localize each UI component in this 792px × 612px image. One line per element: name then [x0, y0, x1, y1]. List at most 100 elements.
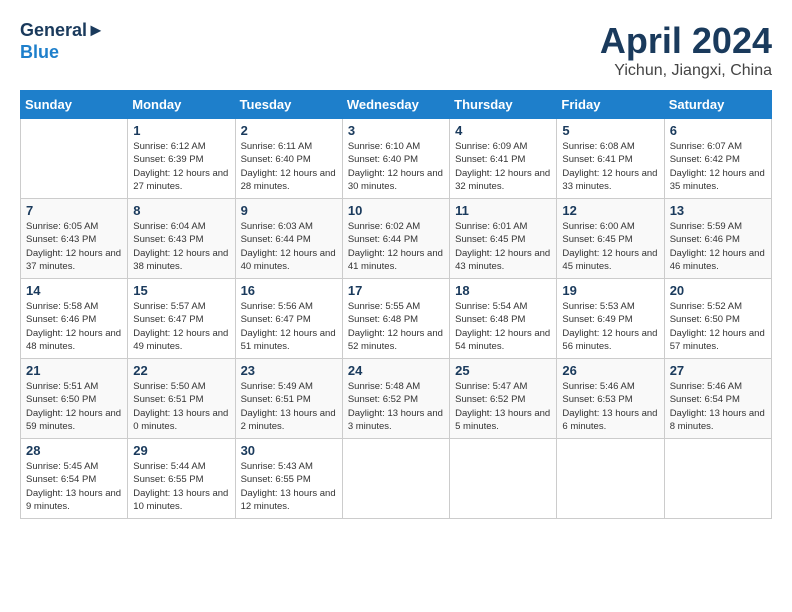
week-row-1: 1Sunrise: 6:12 AM Sunset: 6:39 PM Daylig…	[21, 119, 772, 199]
day-number: 21	[26, 363, 122, 378]
day-info: Sunrise: 6:03 AM Sunset: 6:44 PM Dayligh…	[241, 220, 337, 273]
calendar-cell: 9 Sunrise: 6:03 AM Sunset: 6:44 PM Daylig…	[235, 199, 342, 279]
day-info: Sunrise: 6:04 AM Sunset: 6:43 PM Dayligh…	[133, 220, 229, 273]
calendar-cell: 6 Sunrise: 6:07 AM Sunset: 6:42 PM Daylig…	[664, 119, 771, 199]
calendar-cell: 28 Sunrise: 5:45 AM Sunset: 6:54 PM Dayli…	[21, 439, 128, 519]
day-info: Sunrise: 5:47 AM Sunset: 6:52 PM Dayligh…	[455, 380, 551, 433]
month-title: April 2024	[600, 20, 772, 62]
day-info: Sunrise: 6:11 AM Sunset: 6:40 PM Dayligh…	[241, 140, 337, 193]
day-number: 23	[241, 363, 337, 378]
logo: General► Blue	[20, 20, 105, 63]
calendar-cell: 20 Sunrise: 5:52 AM Sunset: 6:50 PM Dayli…	[664, 279, 771, 359]
day-info: Sunrise: 6:12 AM Sunset: 6:39 PM Dayligh…	[133, 140, 229, 193]
day-number: 30	[241, 443, 337, 458]
day-number: 3	[348, 123, 444, 138]
day-info: Sunrise: 6:10 AM Sunset: 6:40 PM Dayligh…	[348, 140, 444, 193]
calendar-cell: 7Sunrise: 6:05 AM Sunset: 6:43 PM Daylig…	[21, 199, 128, 279]
day-number: 12	[562, 203, 658, 218]
calendar-cell: 15 Sunrise: 5:57 AM Sunset: 6:47 PM Dayli…	[128, 279, 235, 359]
weekday-header-monday: Monday	[128, 91, 235, 119]
header: General► Blue April 2024 Yichun, Jiangxi…	[20, 20, 772, 80]
calendar-cell: 23 Sunrise: 5:49 AM Sunset: 6:51 PM Dayli…	[235, 359, 342, 439]
day-number: 8	[133, 203, 229, 218]
day-info: Sunrise: 5:56 AM Sunset: 6:47 PM Dayligh…	[241, 300, 337, 353]
day-info: Sunrise: 5:45 AM Sunset: 6:54 PM Dayligh…	[26, 460, 122, 513]
calendar-cell: 24 Sunrise: 5:48 AM Sunset: 6:52 PM Dayli…	[342, 359, 449, 439]
weekday-header-wednesday: Wednesday	[342, 91, 449, 119]
week-row-4: 21 Sunrise: 5:51 AM Sunset: 6:50 PM Dayli…	[21, 359, 772, 439]
weekday-header-tuesday: Tuesday	[235, 91, 342, 119]
weekday-header-saturday: Saturday	[664, 91, 771, 119]
calendar-cell: 19 Sunrise: 5:53 AM Sunset: 6:49 PM Dayli…	[557, 279, 664, 359]
day-number: 19	[562, 283, 658, 298]
day-info: Sunrise: 5:50 AM Sunset: 6:51 PM Dayligh…	[133, 380, 229, 433]
day-info: Sunrise: 5:59 AM Sunset: 6:46 PM Dayligh…	[670, 220, 766, 273]
day-info: Sunrise: 5:51 AM Sunset: 6:50 PM Dayligh…	[26, 380, 122, 433]
calendar-cell: 21 Sunrise: 5:51 AM Sunset: 6:50 PM Dayli…	[21, 359, 128, 439]
day-number: 13	[670, 203, 766, 218]
day-number: 6	[670, 123, 766, 138]
calendar-cell: 18 Sunrise: 5:54 AM Sunset: 6:48 PM Dayli…	[450, 279, 557, 359]
title-area: April 2024 Yichun, Jiangxi, China	[600, 20, 772, 80]
calendar-cell: 14 Sunrise: 5:58 AM Sunset: 6:46 PM Dayli…	[21, 279, 128, 359]
calendar-table: SundayMondayTuesdayWednesdayThursdayFrid…	[20, 90, 772, 519]
calendar-cell	[342, 439, 449, 519]
day-info: Sunrise: 5:46 AM Sunset: 6:53 PM Dayligh…	[562, 380, 658, 433]
calendar-cell: 27 Sunrise: 5:46 AM Sunset: 6:54 PM Dayli…	[664, 359, 771, 439]
day-number: 26	[562, 363, 658, 378]
day-info: Sunrise: 5:55 AM Sunset: 6:48 PM Dayligh…	[348, 300, 444, 353]
day-number: 22	[133, 363, 229, 378]
week-row-5: 28 Sunrise: 5:45 AM Sunset: 6:54 PM Dayli…	[21, 439, 772, 519]
calendar-cell: 17 Sunrise: 5:55 AM Sunset: 6:48 PM Dayli…	[342, 279, 449, 359]
location: Yichun, Jiangxi, China	[600, 62, 772, 80]
day-number: 14	[26, 283, 122, 298]
calendar-cell: 25 Sunrise: 5:47 AM Sunset: 6:52 PM Dayli…	[450, 359, 557, 439]
calendar-cell: 22 Sunrise: 5:50 AM Sunset: 6:51 PM Dayli…	[128, 359, 235, 439]
day-info: Sunrise: 5:54 AM Sunset: 6:48 PM Dayligh…	[455, 300, 551, 353]
calendar-cell: 5Sunrise: 6:08 AM Sunset: 6:41 PM Daylig…	[557, 119, 664, 199]
calendar-cell: 1Sunrise: 6:12 AM Sunset: 6:39 PM Daylig…	[128, 119, 235, 199]
day-number: 27	[670, 363, 766, 378]
day-number: 11	[455, 203, 551, 218]
weekday-header-thursday: Thursday	[450, 91, 557, 119]
day-info: Sunrise: 6:09 AM Sunset: 6:41 PM Dayligh…	[455, 140, 551, 193]
calendar-cell: 29Sunrise: 5:44 AM Sunset: 6:55 PM Dayli…	[128, 439, 235, 519]
day-info: Sunrise: 6:07 AM Sunset: 6:42 PM Dayligh…	[670, 140, 766, 193]
day-number: 24	[348, 363, 444, 378]
day-info: Sunrise: 5:58 AM Sunset: 6:46 PM Dayligh…	[26, 300, 122, 353]
day-number: 15	[133, 283, 229, 298]
day-number: 28	[26, 443, 122, 458]
day-info: Sunrise: 5:46 AM Sunset: 6:54 PM Dayligh…	[670, 380, 766, 433]
calendar-cell: 13 Sunrise: 5:59 AM Sunset: 6:46 PM Dayli…	[664, 199, 771, 279]
day-number: 2	[241, 123, 337, 138]
calendar-cell: 11 Sunrise: 6:01 AM Sunset: 6:45 PM Dayli…	[450, 199, 557, 279]
day-info: Sunrise: 5:57 AM Sunset: 6:47 PM Dayligh…	[133, 300, 229, 353]
calendar-cell: 2 Sunrise: 6:11 AM Sunset: 6:40 PM Daylig…	[235, 119, 342, 199]
day-number: 4	[455, 123, 551, 138]
day-number: 7	[26, 203, 122, 218]
logo-general: General	[20, 20, 87, 40]
calendar-cell: 8 Sunrise: 6:04 AM Sunset: 6:43 PM Daylig…	[128, 199, 235, 279]
week-row-3: 14 Sunrise: 5:58 AM Sunset: 6:46 PM Dayli…	[21, 279, 772, 359]
day-info: Sunrise: 5:48 AM Sunset: 6:52 PM Dayligh…	[348, 380, 444, 433]
weekday-header-friday: Friday	[557, 91, 664, 119]
day-number: 9	[241, 203, 337, 218]
day-number: 17	[348, 283, 444, 298]
day-number: 16	[241, 283, 337, 298]
day-info: Sunrise: 5:49 AM Sunset: 6:51 PM Dayligh…	[241, 380, 337, 433]
day-info: Sunrise: 5:52 AM Sunset: 6:50 PM Dayligh…	[670, 300, 766, 353]
day-number: 18	[455, 283, 551, 298]
day-number: 25	[455, 363, 551, 378]
calendar-cell: 12 Sunrise: 6:00 AM Sunset: 6:45 PM Dayli…	[557, 199, 664, 279]
calendar-cell: 16 Sunrise: 5:56 AM Sunset: 6:47 PM Dayli…	[235, 279, 342, 359]
calendar-cell: 10Sunrise: 6:02 AM Sunset: 6:44 PM Dayli…	[342, 199, 449, 279]
calendar-cell: 26 Sunrise: 5:46 AM Sunset: 6:53 PM Dayli…	[557, 359, 664, 439]
day-number: 20	[670, 283, 766, 298]
day-number: 10	[348, 203, 444, 218]
calendar-cell: 4 Sunrise: 6:09 AM Sunset: 6:41 PM Daylig…	[450, 119, 557, 199]
day-info: Sunrise: 6:01 AM Sunset: 6:45 PM Dayligh…	[455, 220, 551, 273]
day-number: 5	[562, 123, 658, 138]
day-info: Sunrise: 6:00 AM Sunset: 6:45 PM Dayligh…	[562, 220, 658, 273]
day-info: Sunrise: 5:53 AM Sunset: 6:49 PM Dayligh…	[562, 300, 658, 353]
day-info: Sunrise: 5:43 AM Sunset: 6:55 PM Dayligh…	[241, 460, 337, 513]
